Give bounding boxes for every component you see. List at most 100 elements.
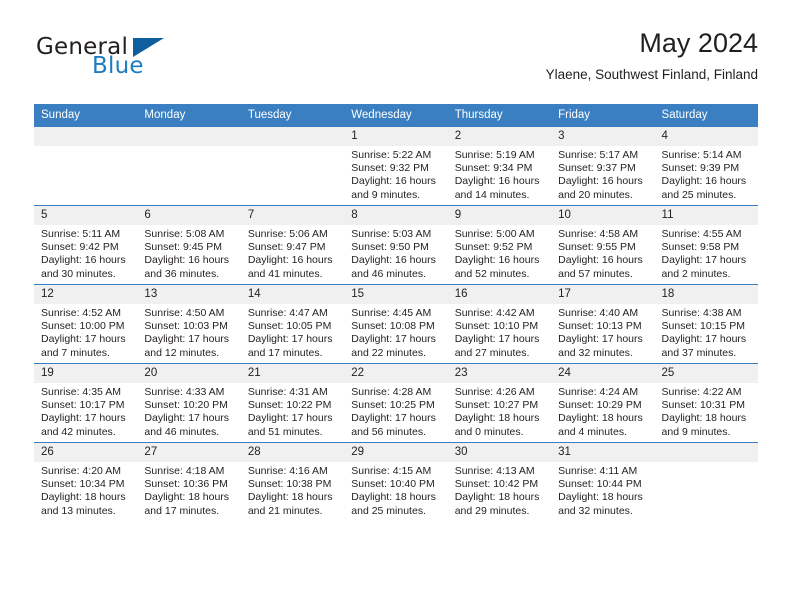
sunrise-time: Sunrise: 4:16 AM [247, 465, 328, 477]
calendar-day-cell[interactable]: 28 Sunrise: 4:16 AM Sunset: 10:38 PM Daylig… [240, 442, 345, 521]
daylight-duration-line2: and 4 minutes. [558, 425, 627, 438]
calendar-day-cell[interactable]: 13 Sunrise: 4:50 AM Sunset: 10:03 PM Daylig… [137, 284, 241, 364]
calendar-day-cell[interactable]: 6 Sunrise: 5:08 AM Sunset: 9:45 PM Daylight… [137, 205, 241, 285]
calendar-cell-inner: 24 Sunrise: 4:24 AM Sunset: 10:29 PM Daylig… [551, 364, 655, 442]
day-details: Sunrise: 4:50 AM Sunset: 10:03 PM Daylight… [137, 304, 240, 360]
day-details: Sunrise: 4:18 AM Sunset: 10:36 PM Daylight… [137, 462, 240, 518]
daylight-duration-line1: Daylight: 18 hours [144, 491, 230, 504]
calendar-cell-inner: 7 Sunrise: 5:06 AM Sunset: 9:47 PM Daylight… [240, 206, 345, 284]
calendar-cell-inner: 23 Sunrise: 4:26 AM Sunset: 10:27 PM Daylig… [447, 364, 552, 442]
calendar-day-cell[interactable]: 30 Sunrise: 4:13 AM Sunset: 10:42 PM Daylig… [447, 442, 552, 521]
sunset-time: Sunset: 10:03 PM [144, 320, 228, 333]
daylight-duration-line2: and 37 minutes. [661, 346, 737, 359]
sunset-time: Sunset: 10:36 PM [144, 478, 228, 491]
sunset-time: Sunset: 10:05 PM [247, 320, 332, 333]
calendar-cell-empty [34, 126, 138, 206]
day-number: 11 [654, 206, 758, 225]
calendar-day-cell[interactable]: 16 Sunrise: 4:42 AM Sunset: 10:10 PM Daylig… [447, 284, 552, 364]
daylight-duration-line1: Daylight: 18 hours [661, 412, 747, 425]
daylight-duration-line1: Daylight: 17 hours [661, 254, 747, 267]
daylight-duration-line1: Daylight: 17 hours [351, 412, 436, 425]
calendar-cell-inner: 25 Sunrise: 4:22 AM Sunset: 10:31 PM Daylig… [654, 364, 758, 442]
day-number: 4 [654, 127, 758, 146]
calendar-cell-inner: 14 Sunrise: 4:47 AM Sunset: 10:05 PM Daylig… [240, 285, 345, 363]
daylight-duration-line2: and 9 minutes. [661, 425, 731, 438]
day-number [137, 127, 241, 146]
calendar-day-cell[interactable]: 7 Sunrise: 5:06 AM Sunset: 9:47 PM Daylight… [240, 205, 345, 285]
calendar-cell-inner: 27 Sunrise: 4:18 AM Sunset: 10:36 PM Daylig… [137, 443, 241, 521]
daylight-duration-line1: Daylight: 17 hours [661, 333, 747, 346]
calendar-cell-inner: 13 Sunrise: 4:50 AM Sunset: 10:03 PM Daylig… [137, 285, 241, 363]
sunset-time: Sunset: 9:32 PM [351, 162, 429, 175]
calendar-day-cell[interactable]: 27 Sunrise: 4:18 AM Sunset: 10:36 PM Daylig… [137, 442, 241, 521]
sunset-time: Sunset: 10:34 PM [41, 478, 125, 491]
calendar-cell-empty [654, 442, 758, 521]
calendar-day-cell[interactable]: 12 Sunrise: 4:52 AM Sunset: 10:00 PM Daylig… [34, 284, 138, 364]
day-number: 2 [447, 127, 552, 146]
calendar-day-cell[interactable]: 31 Sunrise: 4:11 AM Sunset: 10:44 PM Daylig… [551, 442, 655, 521]
daylight-duration-line2: and 30 minutes. [41, 267, 116, 280]
calendar-cell-inner: 11 Sunrise: 4:55 AM Sunset: 9:58 PM Dayligh… [654, 206, 758, 284]
sunrise-time: Sunrise: 4:11 AM [558, 465, 638, 477]
calendar-day-cell[interactable]: 8 Sunrise: 5:03 AM Sunset: 9:50 PM Daylight… [344, 205, 448, 285]
sunset-time: Sunset: 10:27 PM [454, 399, 539, 412]
calendar-day-cell[interactable]: 9 Sunrise: 5:00 AM Sunset: 9:52 PM Daylight… [447, 205, 552, 285]
day-details: Sunrise: 4:15 AM Sunset: 10:40 PM Daylight… [344, 462, 447, 518]
day-number: 21 [240, 364, 345, 383]
daylight-duration-line1: Daylight: 18 hours [454, 491, 540, 504]
calendar-day-cell[interactable]: 4 Sunrise: 5:14 AM Sunset: 9:39 PM Daylight… [654, 126, 758, 206]
day-details: Sunrise: 4:20 AM Sunset: 10:34 PM Daylight… [34, 462, 137, 518]
day-number [654, 443, 758, 462]
calendar-day-cell[interactable]: 5 Sunrise: 5:11 AM Sunset: 9:42 PM Daylight… [34, 205, 138, 285]
sunrise-time: Sunrise: 4:42 AM [454, 307, 535, 319]
calendar-day-cell[interactable]: 14 Sunrise: 4:47 AM Sunset: 10:05 PM Daylig… [240, 284, 345, 364]
calendar-day-cell[interactable]: 25 Sunrise: 4:22 AM Sunset: 10:31 PM Daylig… [654, 363, 758, 443]
sunrise-time: Sunrise: 4:18 AM [144, 465, 225, 477]
day-details: Sunrise: 5:14 AM Sunset: 9:39 PM Daylight:… [655, 146, 758, 202]
day-number: 28 [240, 443, 345, 462]
calendar-day-cell[interactable]: 24 Sunrise: 4:24 AM Sunset: 10:29 PM Daylig… [551, 363, 655, 443]
sunrise-time: Sunrise: 4:20 AM [41, 465, 121, 477]
calendar-day-cell[interactable]: 17 Sunrise: 4:40 AM Sunset: 10:13 PM Daylig… [551, 284, 655, 364]
sunrise-time: Sunrise: 4:13 AM [454, 465, 535, 477]
calendar-cell-inner: 6 Sunrise: 5:08 AM Sunset: 9:45 PM Daylight… [137, 206, 241, 284]
calendar-header-row: Sunday Monday Tuesday Wednesday Thursday… [34, 104, 758, 127]
daylight-duration-line1: Daylight: 17 hours [558, 333, 643, 346]
sunset-time: Sunset: 9:55 PM [558, 241, 636, 254]
calendar-day-cell[interactable]: 19 Sunrise: 4:35 AM Sunset: 10:17 PM Daylig… [34, 363, 138, 443]
sunrise-time: Sunrise: 4:40 AM [558, 307, 639, 319]
calendar-day-cell[interactable]: 10 Sunrise: 4:58 AM Sunset: 9:55 PM Dayligh… [551, 205, 655, 285]
sunset-time: Sunset: 9:37 PM [558, 162, 636, 175]
day-details: Sunrise: 5:06 AM Sunset: 9:47 PM Daylight:… [241, 225, 344, 281]
calendar-cell-inner: 10 Sunrise: 4:58 AM Sunset: 9:55 PM Dayligh… [551, 206, 655, 284]
day-details: Sunrise: 4:24 AM Sunset: 10:29 PM Daylight… [551, 383, 654, 439]
daylight-duration-line1: Daylight: 18 hours [351, 491, 436, 504]
weekday-header-tuesday: Tuesday [240, 104, 345, 127]
calendar-day-cell[interactable]: 11 Sunrise: 4:55 AM Sunset: 9:58 PM Dayligh… [654, 205, 758, 285]
calendar-cell-inner: 5 Sunrise: 5:11 AM Sunset: 9:42 PM Daylight… [34, 206, 138, 284]
daylight-duration-line1: Daylight: 18 hours [558, 412, 643, 425]
calendar-day-cell[interactable]: 26 Sunrise: 4:20 AM Sunset: 10:34 PM Daylig… [34, 442, 138, 521]
sunrise-time: Sunrise: 4:31 AM [247, 386, 328, 398]
calendar-day-cell[interactable]: 23 Sunrise: 4:26 AM Sunset: 10:27 PM Daylig… [447, 363, 552, 443]
sunrise-time: Sunrise: 5:11 AM [41, 228, 121, 240]
calendar-day-cell[interactable]: 15 Sunrise: 4:45 AM Sunset: 10:08 PM Daylig… [344, 284, 448, 364]
calendar-day-cell[interactable]: 22 Sunrise: 4:28 AM Sunset: 10:25 PM Daylig… [344, 363, 448, 443]
day-number: 7 [240, 206, 345, 225]
calendar-day-cell[interactable]: 3 Sunrise: 5:17 AM Sunset: 9:37 PM Daylight… [551, 126, 655, 206]
calendar-day-cell[interactable]: 1 Sunrise: 5:22 AM Sunset: 9:32 PM Daylight… [344, 126, 448, 206]
calendar-cell-inner: 17 Sunrise: 4:40 AM Sunset: 10:13 PM Daylig… [551, 285, 655, 363]
weekday-header-monday: Monday [137, 104, 241, 127]
sunrise-time: Sunrise: 5:22 AM [351, 149, 432, 161]
calendar-day-cell[interactable]: 21 Sunrise: 4:31 AM Sunset: 10:22 PM Daylig… [240, 363, 345, 443]
day-number: 9 [447, 206, 552, 225]
calendar-week-row: 12 Sunrise: 4:52 AM Sunset: 10:00 PM Daylig… [34, 284, 758, 364]
calendar-cell-inner: 19 Sunrise: 4:35 AM Sunset: 10:17 PM Daylig… [34, 364, 138, 442]
daylight-duration-line2: and 25 minutes. [661, 188, 737, 201]
calendar-day-cell[interactable]: 18 Sunrise: 4:38 AM Sunset: 10:15 PM Daylig… [654, 284, 758, 364]
calendar-day-cell[interactable]: 20 Sunrise: 4:33 AM Sunset: 10:20 PM Daylig… [137, 363, 241, 443]
calendar-day-cell[interactable]: 29 Sunrise: 4:15 AM Sunset: 10:40 PM Daylig… [344, 442, 448, 521]
calendar-day-cell[interactable]: 2 Sunrise: 5:19 AM Sunset: 9:34 PM Daylight… [447, 126, 552, 206]
sunrise-time: Sunrise: 4:55 AM [661, 228, 742, 240]
sunset-time: Sunset: 9:34 PM [454, 162, 533, 175]
